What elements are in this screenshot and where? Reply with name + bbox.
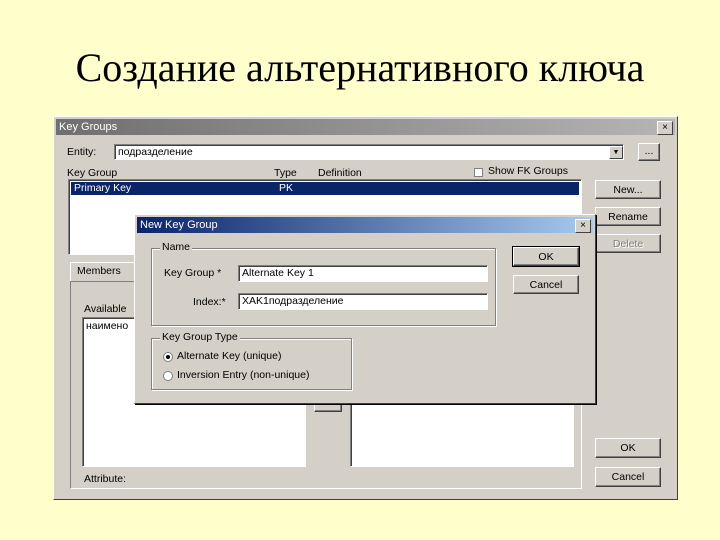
inversion-entry-radio[interactable]	[163, 371, 173, 381]
name-groupbox: Name	[151, 241, 496, 326]
key-group-input[interactable]: Alternate Key 1	[238, 265, 488, 282]
entity-browse-button[interactable]: ...	[638, 143, 660, 161]
name-groupbox-label: Name	[160, 241, 193, 253]
alternate-key-radio[interactable]	[163, 352, 173, 362]
column-header-definition: Definition	[318, 167, 362, 179]
ok-button[interactable]: OK	[595, 438, 661, 458]
available-label: Available	[84, 303, 127, 315]
ok-button[interactable]: OK	[512, 246, 580, 267]
column-header-key-group: Key Group	[67, 167, 118, 179]
key-group-label: Key Group *	[164, 267, 222, 279]
inversion-entry-label: Inversion Entry (non-unique)	[177, 369, 310, 381]
key-groups-title: Key Groups	[59, 121, 118, 133]
alternate-key-label: Alternate Key (unique)	[177, 350, 282, 362]
key-group-type-groupbox: Key Group Type	[151, 331, 352, 390]
new-key-group-title: New Key Group	[140, 219, 218, 231]
show-fk-checkbox[interactable]	[474, 168, 483, 177]
cancel-button[interactable]: Cancel	[595, 467, 661, 487]
new-key-group-dialog: New Key Group × Name Key Group * Alterna…	[134, 214, 596, 404]
key-group-type: PK	[279, 182, 294, 194]
chevron-down-icon[interactable]: ▼	[609, 146, 623, 159]
entity-label: Entity:	[67, 146, 97, 158]
close-icon[interactable]: ×	[575, 219, 591, 233]
cancel-button[interactable]: Cancel	[513, 275, 579, 294]
index-input[interactable]: XAK1подразделение	[238, 293, 488, 310]
new-key-group-titlebar: New Key Group ×	[137, 217, 593, 233]
entity-select[interactable]: подразделение	[114, 144, 624, 160]
new-button[interactable]: New...	[595, 180, 661, 199]
key-group-name: Primary Key	[74, 182, 132, 194]
list-item[interactable]: Primary Key PK	[71, 182, 579, 195]
tab-members[interactable]: Members	[70, 262, 136, 282]
show-fk-label: Show FK Groups	[488, 165, 568, 177]
slide-title: Создание альтернативного ключа	[75, 45, 645, 90]
delete-button[interactable]: Delete	[595, 234, 661, 253]
column-header-type: Type	[274, 167, 297, 179]
close-icon[interactable]: ×	[657, 121, 673, 135]
key-groups-titlebar: Key Groups ×	[56, 119, 675, 135]
list-item[interactable]: наимено	[86, 320, 128, 332]
key-group-type-label: Key Group Type	[160, 331, 240, 343]
index-label: Index:*	[193, 296, 226, 308]
rename-button[interactable]: Rename	[595, 207, 661, 226]
attribute-label: Attribute:	[84, 473, 127, 485]
